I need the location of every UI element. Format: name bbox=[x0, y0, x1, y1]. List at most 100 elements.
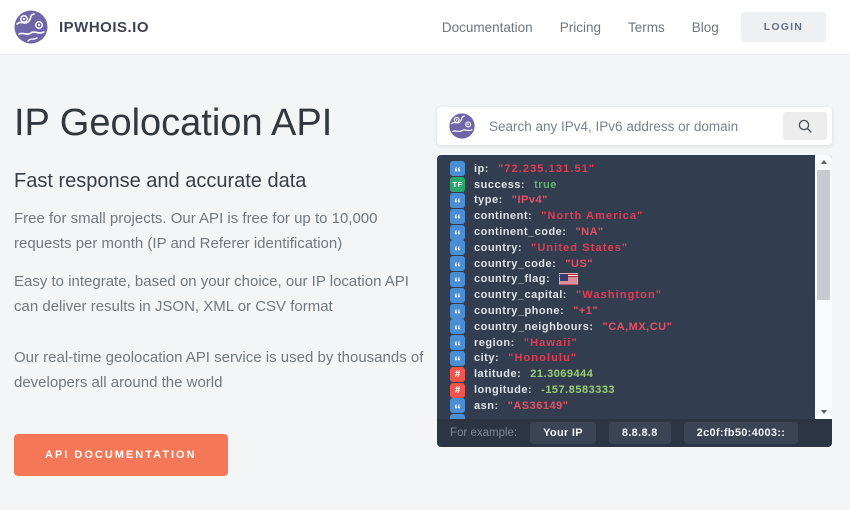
json-row: “ country_code: "US" bbox=[450, 256, 808, 272]
magnifier-icon bbox=[798, 119, 812, 133]
json-key: country_code: bbox=[474, 257, 557, 270]
json-row: TF success: true bbox=[450, 177, 808, 193]
json-key: success: bbox=[474, 178, 526, 191]
json-row: “ type: "IPv4" bbox=[450, 192, 808, 209]
json-row: “ country_phone: "+1" bbox=[450, 303, 808, 319]
json-value: "72.235.131.51" bbox=[497, 162, 596, 175]
json-key: latitude: bbox=[474, 368, 522, 381]
example-bar: For example: Your IP 8.8.8.8 2c0f:fb50:400… bbox=[437, 419, 832, 447]
scroll-up-icon[interactable] bbox=[820, 160, 827, 164]
example-button-your-ip[interactable]: Your IP bbox=[530, 422, 596, 444]
json-value: "US" bbox=[565, 257, 594, 270]
hero-paragraph: Our real-time geolocation API service is… bbox=[14, 349, 424, 391]
json-rows: “ ip: "72.235.131.51" TF success: true “ type: "… bbox=[437, 155, 832, 419]
string-type-badge-icon: “ bbox=[450, 192, 465, 208]
hero-paragraph: Free for small projects. Our API is free… bbox=[14, 210, 378, 252]
json-key: country_phone: bbox=[474, 305, 565, 318]
us-flag-icon bbox=[559, 273, 579, 286]
hero-paragraph: Easy to integrate, based on your choice,… bbox=[14, 273, 409, 315]
json-row: “ country_neighbours: "CA,MX,CU" bbox=[450, 319, 808, 335]
json-row: # latitude: 21.3069444 bbox=[450, 366, 808, 382]
string-type-badge-icon: “ bbox=[450, 414, 465, 419]
nav-link-pricing[interactable]: Pricing bbox=[560, 20, 601, 35]
json-value: "NA" bbox=[575, 226, 604, 239]
number-type-badge-icon: # bbox=[450, 382, 465, 398]
json-key: region: bbox=[474, 336, 515, 349]
scroll-down-icon[interactable] bbox=[820, 410, 827, 414]
json-row: “ region: "Hawaii" bbox=[450, 335, 808, 351]
login-button[interactable]: LOGIN bbox=[740, 12, 826, 42]
json-row: “ ip: "72.235.131.51" bbox=[450, 161, 808, 177]
json-key: asn: bbox=[474, 399, 499, 412]
string-type-badge-icon: “ bbox=[450, 287, 465, 303]
json-value: "Washington" bbox=[575, 289, 663, 302]
string-type-badge-icon: “ bbox=[450, 256, 465, 272]
brand-name: IPWHOIS.IO bbox=[59, 18, 150, 36]
example-label: For example: bbox=[450, 427, 518, 439]
api-documentation-button[interactable]: API DOCUMENTATION bbox=[14, 434, 228, 476]
json-key: country_capital: bbox=[474, 289, 567, 302]
json-value: "AS36149" bbox=[507, 399, 569, 412]
json-value: 21.3069444 bbox=[530, 368, 594, 381]
string-type-badge-icon: “ bbox=[450, 319, 465, 335]
json-row: “ continent_code: "NA" bbox=[450, 224, 808, 240]
json-row: # longitude: -157.8583333 bbox=[450, 382, 808, 398]
json-key: continent_code: bbox=[474, 226, 567, 239]
scrollbar-thumb[interactable] bbox=[817, 170, 830, 300]
json-value: "CA,MX,CU" bbox=[602, 320, 673, 333]
nav-link-terms[interactable]: Terms bbox=[628, 20, 665, 35]
json-row: “ country_flag: bbox=[450, 271, 808, 288]
number-type-badge-icon: # bbox=[450, 366, 465, 382]
json-value: -157.8583333 bbox=[541, 384, 616, 397]
string-type-badge-icon: “ bbox=[450, 240, 465, 256]
search-button[interactable] bbox=[783, 112, 827, 140]
nav-link-blog[interactable]: Blog bbox=[692, 20, 719, 35]
json-key: country_flag: bbox=[474, 273, 551, 286]
json-key: country_neighbours: bbox=[474, 320, 594, 333]
lookup-widget: “ ip: "72.235.131.51" TF success: true “ type: "… bbox=[437, 107, 832, 447]
string-type-badge-icon: “ bbox=[450, 271, 465, 287]
string-type-badge-icon: “ bbox=[450, 350, 465, 366]
string-type-badge-icon: “ bbox=[450, 224, 465, 240]
string-type-badge-icon: “ bbox=[450, 208, 465, 224]
json-row: “ city: "Honolulu" bbox=[450, 350, 808, 367]
json-key: longitude: bbox=[474, 384, 533, 397]
json-value: true bbox=[534, 178, 557, 191]
json-result-panel: “ ip: "72.235.131.51" TF success: true “ type: "… bbox=[437, 155, 832, 419]
json-value: "United States" bbox=[531, 241, 629, 254]
json-value: "+1" bbox=[573, 305, 599, 318]
example-button-8-8-8-8[interactable]: 8.8.8.8 bbox=[608, 422, 671, 444]
brand-home-link[interactable]: IPWHOIS.IO bbox=[14, 10, 149, 44]
json-row: “ country: "United States" bbox=[450, 240, 808, 256]
json-value: "North America" bbox=[541, 210, 644, 223]
json-value: "Hawaii" bbox=[523, 336, 578, 349]
search-input[interactable] bbox=[489, 118, 783, 134]
page-title: IP Geolocation API bbox=[14, 102, 333, 144]
json-row: “ country_capital: "Washington" bbox=[450, 287, 808, 303]
hero-left: IP Geolocation API Fast response and acc… bbox=[14, 55, 428, 476]
string-type-badge-icon: “ bbox=[450, 335, 465, 351]
string-type-badge-icon: “ bbox=[450, 303, 465, 319]
json-row: “ asn: "AS36149" bbox=[450, 398, 808, 414]
json-key: continent: bbox=[474, 210, 533, 223]
header: IPWHOIS.IO Documentation Pricing Terms Blog… bbox=[0, 0, 850, 55]
page-subtitle: Fast response and accurate data bbox=[14, 170, 307, 192]
json-key: ip: bbox=[474, 162, 489, 175]
json-row: “ bbox=[450, 414, 808, 419]
globe-pins-icon bbox=[449, 113, 475, 139]
json-row: “ continent: "North America" bbox=[450, 208, 808, 224]
nav: Documentation Pricing Terms Blog bbox=[442, 20, 719, 35]
json-value: "IPv4" bbox=[511, 194, 548, 207]
json-key: type: bbox=[474, 194, 503, 207]
string-type-badge-icon: “ bbox=[450, 161, 465, 177]
string-type-badge-icon: “ bbox=[450, 398, 465, 414]
boolean-type-badge-icon: TF bbox=[450, 177, 465, 193]
globe-pins-icon bbox=[14, 10, 48, 44]
json-key: country: bbox=[474, 241, 522, 254]
page: IPWHOIS.IO Documentation Pricing Terms Blog… bbox=[0, 0, 850, 510]
nav-link-documentation[interactable]: Documentation bbox=[442, 20, 533, 35]
json-key: city: bbox=[474, 352, 500, 365]
example-button-2c0f-fb50-4003-[interactable]: 2c0f:fb50:4003:: bbox=[683, 422, 799, 444]
vertical-scrollbar[interactable] bbox=[815, 155, 832, 419]
json-value: "Honolulu" bbox=[508, 352, 578, 365]
